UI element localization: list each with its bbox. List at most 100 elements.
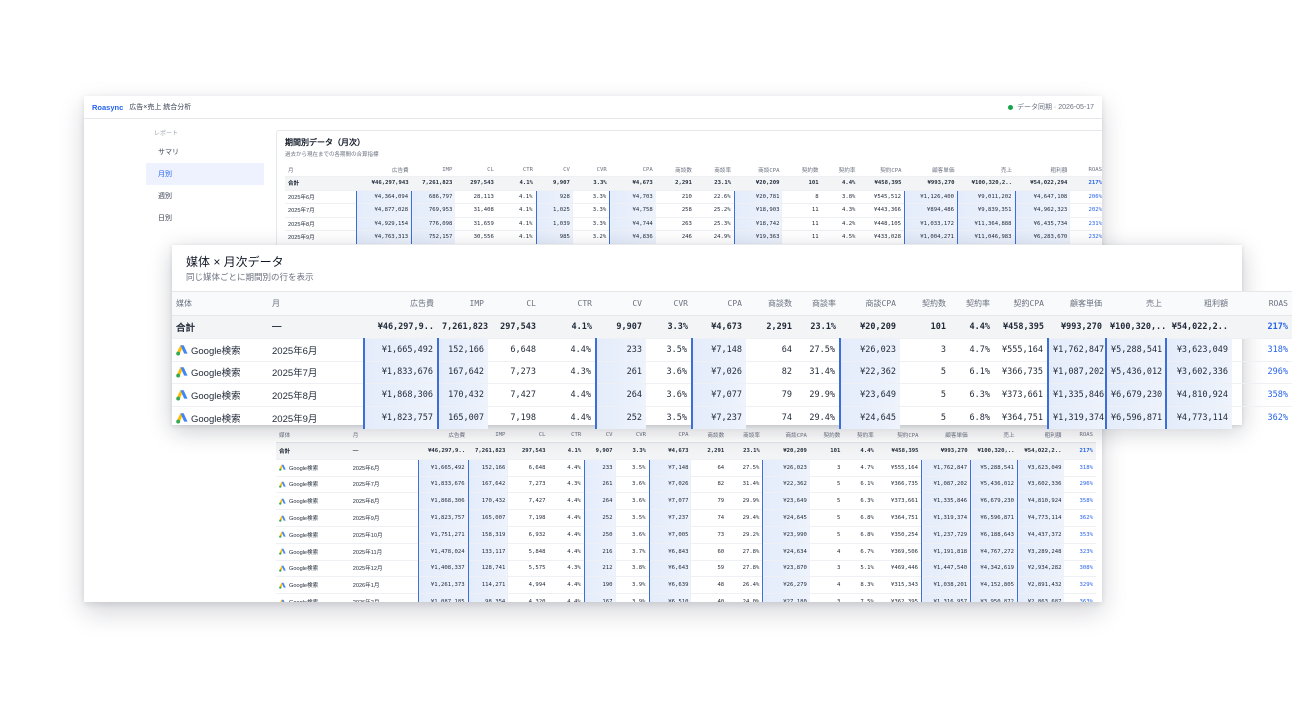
media-label: Google検索 — [176, 343, 264, 357]
column-header[interactable]: 媒体 — [172, 291, 268, 316]
table-row[interactable]: Google検索 2025年7月 ¥1,833,676 167,642 7,273 4.3… — [172, 360, 1292, 384]
column-header[interactable]: 粗利額 — [1166, 291, 1232, 316]
column-header[interactable]: CTR — [497, 164, 536, 177]
table-row[interactable]: 2025年7月 ¥4,877,028 769,953 31,408 4.1% 1,025 3… — [285, 203, 1102, 217]
column-header[interactable]: 商談率 — [796, 291, 840, 316]
column-header[interactable]: 広告費 — [356, 164, 411, 177]
table-cell: 3.5% — [646, 406, 692, 429]
column-header[interactable]: 契約数 — [809, 428, 844, 443]
sidebar-heading: レポート — [154, 131, 179, 137]
sidebar-item-monthly[interactable]: 月別 — [146, 163, 264, 185]
column-header[interactable]: 月 — [285, 164, 356, 177]
column-header[interactable]: 粗利額 — [1015, 164, 1070, 177]
column-header[interactable]: CPA — [649, 428, 692, 443]
table-row[interactable]: Google検索 2025年8月 ¥1,868,306 170,432 7,427 4.4… — [172, 383, 1292, 407]
column-header[interactable]: 商談率 — [695, 164, 734, 177]
column-header[interactable]: CVR — [573, 164, 610, 177]
column-header[interactable]: IMP — [412, 164, 456, 177]
column-header[interactable]: 広告費 — [418, 428, 469, 443]
column-header[interactable]: IMP — [468, 428, 509, 443]
table-row[interactable]: Google検索 2025年10月 ¥1,751,271 158,319 6,932 4.… — [276, 525, 1096, 544]
table-row[interactable]: Google検索 2025年8月 ¥1,868,306 170,432 7,427 4.4… — [276, 492, 1096, 510]
table-cell: 206% — [1070, 189, 1102, 204]
table-cell: 362% — [1232, 406, 1292, 429]
table-cell: 82 — [691, 475, 728, 493]
column-header[interactable]: 商談CPA — [840, 291, 900, 316]
table-cell: ¥469,446 — [876, 559, 922, 577]
table-cell: 4.4% — [548, 458, 585, 477]
table-cell: 5 — [809, 509, 844, 527]
column-header[interactable]: CVR — [646, 291, 692, 316]
column-header[interactable]: 商談率 — [727, 428, 763, 443]
column-header[interactable]: CV — [536, 164, 573, 177]
column-header[interactable]: CL — [508, 428, 549, 443]
column-header[interactable]: 媒体 — [276, 428, 350, 443]
column-header[interactable]: 契約率 — [950, 291, 994, 316]
table-cell: ¥1,833,676 — [418, 475, 469, 493]
sidebar-item-weekly[interactable]: 週別 — [146, 185, 264, 207]
column-header[interactable]: 契約数 — [782, 164, 821, 177]
table-cell: 合計 — [172, 315, 268, 339]
column-header[interactable]: IMP — [438, 291, 488, 316]
column-header[interactable]: 粗利額 — [1017, 428, 1065, 443]
column-header[interactable]: 広告費 — [364, 291, 438, 316]
column-header[interactable]: ROAS — [1232, 291, 1292, 316]
column-header[interactable]: 月 — [349, 428, 419, 443]
table-cell: 167,642 — [437, 360, 488, 384]
column-header[interactable]: 商談数 — [746, 291, 796, 316]
column-header[interactable]: ROAS — [1070, 164, 1102, 177]
column-header[interactable]: CTR — [540, 291, 596, 316]
table-cell: 4.4% — [548, 593, 585, 602]
table-row[interactable]: Google検索 2025年11月 ¥1,478,024 133,117 5,848 4.… — [276, 542, 1096, 561]
column-header[interactable]: 契約率 — [843, 428, 877, 443]
sidebar-item-daily[interactable]: 日別 — [146, 207, 264, 229]
column-header[interactable]: 売上 — [957, 164, 1015, 177]
column-header[interactable]: 顧客単価 — [905, 164, 958, 177]
column-header[interactable]: CL — [488, 291, 540, 316]
column-header[interactable]: CV — [584, 428, 616, 443]
column-header[interactable]: CTR — [548, 428, 585, 443]
table-cell: ¥46,297,9.. — [418, 442, 469, 460]
table-cell: ¥433,028 — [858, 230, 905, 244]
table-row[interactable]: Google検索 2026年1月 ¥1,261,373 114,271 4,994 4.4… — [276, 576, 1096, 594]
column-header[interactable]: 商談CPA — [734, 164, 782, 177]
column-header[interactable]: 商談数 — [656, 164, 695, 177]
table-cell: 5,848 — [508, 542, 549, 561]
column-header[interactable]: CPA — [692, 291, 746, 316]
column-header[interactable]: 商談数 — [691, 428, 728, 443]
column-header[interactable]: 顧客単価 — [921, 428, 971, 443]
table-row[interactable]: 2025年9月 ¥4,763,313 752,157 30,556 4.1% 985 3.2… — [285, 230, 1102, 244]
column-header[interactable]: 売上 — [970, 428, 1018, 443]
table-row[interactable]: Google検索 2025年12月 ¥1,408,337 128,741 5,575 4.… — [276, 559, 1096, 577]
column-header[interactable]: 契約CPA — [876, 428, 922, 443]
brand-logo[interactable]: Roasync — [92, 103, 123, 112]
table-cell: 3.5% — [615, 458, 650, 477]
table-row[interactable]: Google検索 2025年9月 ¥1,823,757 165,007 7,198 4.4… — [172, 406, 1292, 429]
column-header[interactable]: 契約率 — [822, 164, 859, 177]
table-cell: 1,025 — [535, 203, 573, 217]
column-header[interactable]: 売上 — [1106, 291, 1166, 316]
column-header[interactable]: CPA — [610, 164, 656, 177]
column-header[interactable]: 契約CPA — [994, 291, 1048, 316]
table-cell: 5 — [809, 525, 844, 544]
table-row[interactable]: Google検索 2026年2月¥1,087,18598,3544,3204.4%… — [276, 593, 1096, 602]
table-row[interactable]: Google検索 2025年6月 ¥1,665,492 152,166 6,648 4.4… — [172, 337, 1292, 362]
column-header[interactable]: 契約数 — [900, 291, 950, 316]
table-row[interactable]: Google検索 2025年7月 ¥1,833,676 167,642 7,273 4.3… — [276, 475, 1096, 493]
table-row[interactable]: 2025年6月 ¥4,364,094 686,797 28,113 4.1% 928 3.3… — [285, 189, 1102, 204]
table-cell: ¥6,596,871 — [1105, 406, 1166, 429]
column-header[interactable]: 商談CPA — [762, 428, 810, 443]
table-row[interactable]: 2025年8月 ¥4,929,154 776,098 31,659 4.1% 1,039 3… — [285, 216, 1102, 231]
table-cell: ¥4,810,924 — [1165, 383, 1232, 407]
column-header[interactable]: 月 — [268, 291, 364, 316]
column-header[interactable]: 契約CPA — [858, 164, 904, 177]
table-row[interactable]: Google検索 2025年6月 ¥1,665,492 152,166 6,648 4.4… — [276, 458, 1096, 477]
column-header[interactable]: 顧客単価 — [1048, 291, 1106, 316]
sidebar-item-summary[interactable]: サマリ — [146, 141, 264, 163]
column-header[interactable]: ROAS — [1064, 428, 1096, 443]
table-cell: 11 — [782, 203, 822, 217]
column-header[interactable]: CV — [596, 291, 646, 316]
column-header[interactable]: CL — [455, 164, 496, 177]
table-row[interactable]: Google検索 2025年9月 ¥1,823,757 165,007 7,198 4.4… — [276, 509, 1096, 527]
column-header[interactable]: CVR — [615, 428, 650, 443]
